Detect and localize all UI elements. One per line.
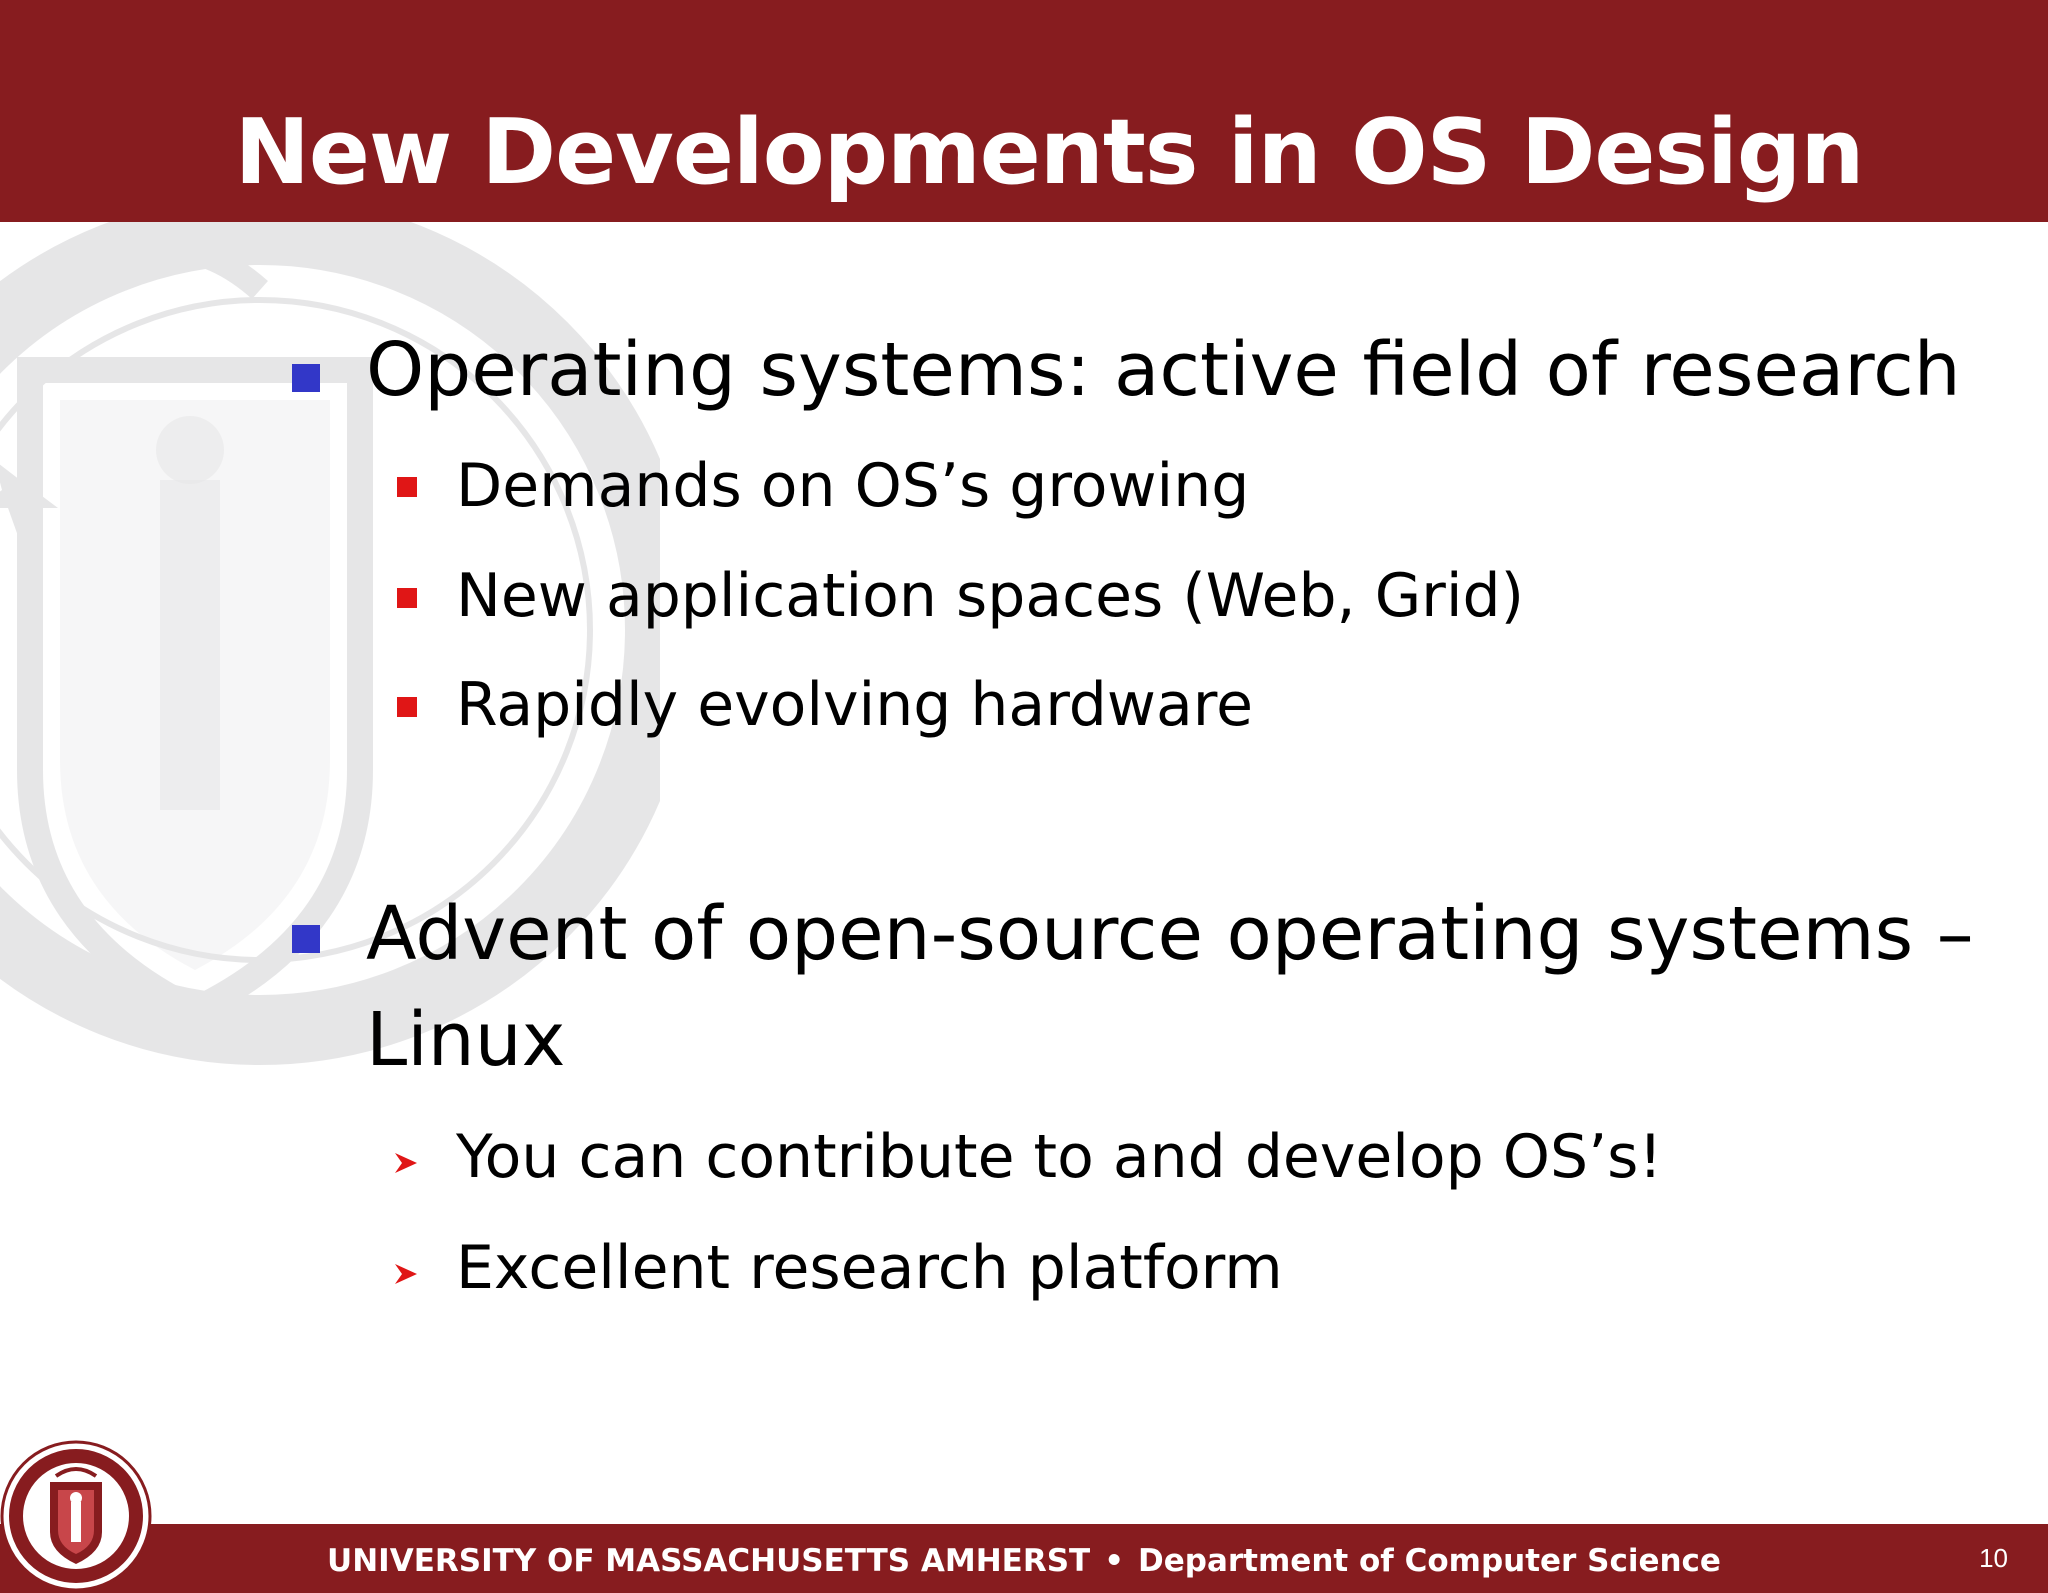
sub-bullet-contribute: You can contribute to and develop OS’s!: [456, 1122, 1663, 1192]
red-square-icon: [397, 697, 417, 717]
bullet-operating-systems: Operating systems: active field of resea…: [366, 327, 1961, 413]
sub-bullet-application-spaces: New application spaces (Web, Grid): [456, 561, 1525, 631]
footer-separator: •: [1104, 1543, 1125, 1579]
slide-content: Operating systems: active field of resea…: [0, 0, 2048, 1593]
bullet-open-source-line2: Linux: [366, 997, 566, 1083]
footer-university: UNIVERSITY OF MASSACHUSETTS AMHERST: [327, 1543, 1091, 1579]
footer-text: UNIVERSITY OF MASSACHUSETTS AMHERST • Depa…: [0, 1541, 2048, 1581]
umass-seal-icon: [0, 1440, 152, 1592]
sub-bullet-research-platform: Excellent research platform: [456, 1233, 1283, 1303]
blue-square-icon: [292, 925, 320, 953]
footer-department: Department of Computer Science: [1138, 1543, 1721, 1579]
slide: New Developments in OS Design Operating …: [0, 0, 2048, 1593]
red-square-icon: [397, 477, 417, 497]
blue-square-icon: [292, 364, 320, 392]
red-arrow-icon: [395, 1264, 417, 1284]
bullet-open-source-line1: Advent of open-source operating systems …: [366, 891, 1974, 977]
page-number: 10: [1979, 1543, 2008, 1573]
red-square-icon: [397, 588, 417, 608]
sub-bullet-demands: Demands on OS’s growing: [456, 451, 1250, 521]
red-arrow-icon: [395, 1153, 417, 1173]
sub-bullet-hardware: Rapidly evolving hardware: [456, 670, 1253, 740]
